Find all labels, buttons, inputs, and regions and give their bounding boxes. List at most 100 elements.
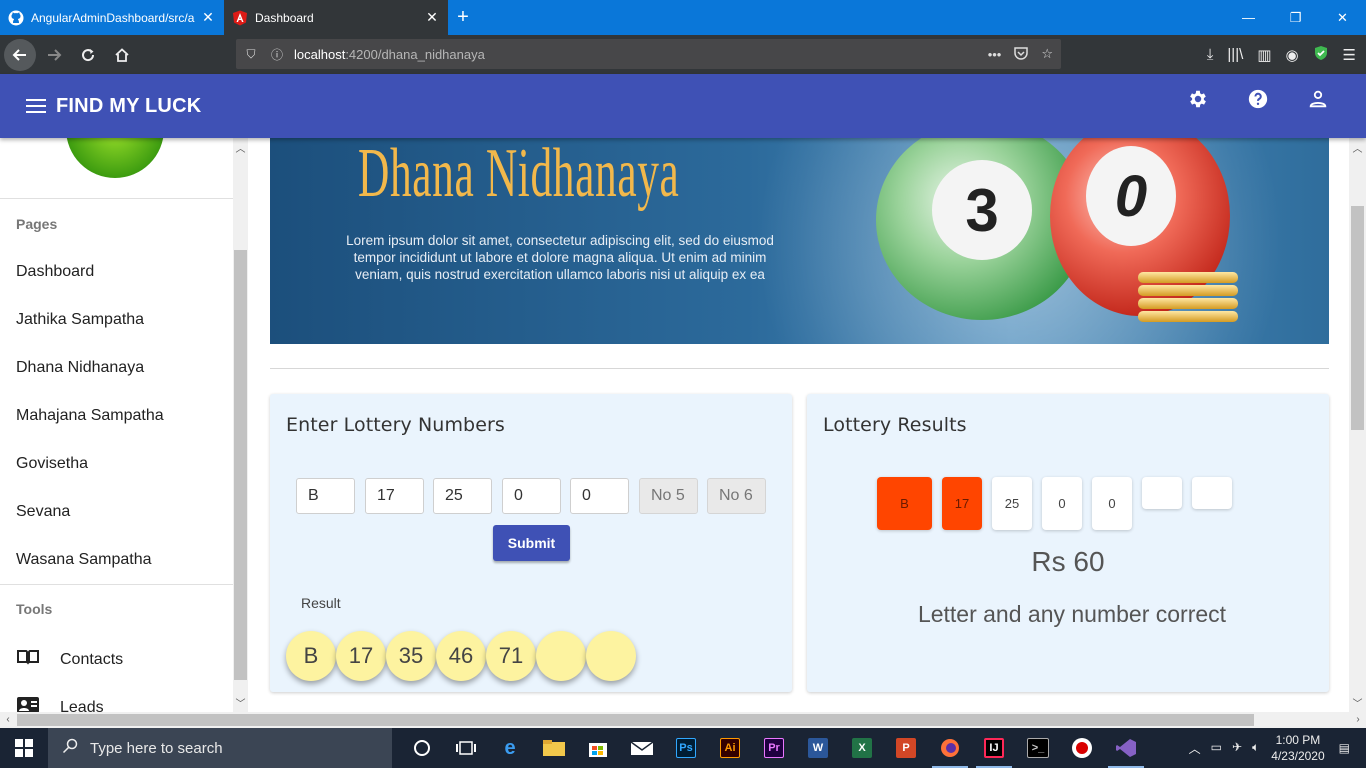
sidebar-item-sevana[interactable]: Sevana — [16, 503, 70, 521]
result-label: Result — [301, 595, 341, 611]
sidebar-scrollbar[interactable]: ︿ ﹀ — [233, 138, 248, 712]
divider — [0, 584, 233, 585]
terminal-icon[interactable]: >_ — [1016, 728, 1060, 768]
sidebar-item-mahajana-sampatha[interactable]: Mahajana Sampatha — [16, 407, 164, 425]
extension-shield-icon[interactable] — [1313, 45, 1329, 65]
scroll-left-icon[interactable]: ‹ — [0, 712, 16, 728]
sidebar-item-govisetha[interactable]: Govisetha — [16, 455, 88, 473]
firefox-icon[interactable] — [928, 728, 972, 768]
banner-image: Dhana Nidhanaya Lorem ipsum dolor sit am… — [270, 138, 1329, 344]
scroll-up-icon[interactable]: ︿ — [1349, 140, 1366, 156]
library-icon[interactable]: |||\ — [1227, 46, 1243, 63]
main-scrollbar[interactable]: ︿ ﹀ — [1349, 138, 1366, 712]
account-icon[interactable]: ◉ — [1285, 46, 1298, 64]
taskbar-search[interactable]: Type here to search — [48, 728, 392, 768]
download-icon[interactable]: ⤓ — [1207, 46, 1214, 63]
minimize-icon[interactable]: ― — [1225, 0, 1272, 35]
sidebar-item-leads[interactable]: Leads — [16, 696, 104, 712]
address-bar[interactable]: ⛉ ⓘ localhost:4200/dhana_nidhanaya ••• ☆ — [236, 39, 1061, 69]
sidebar-item-wasana-sampatha[interactable]: Wasana Sampatha — [16, 551, 151, 569]
info-icon[interactable]: ⓘ — [266, 46, 288, 63]
bookmark-star-icon[interactable]: ☆ — [1041, 46, 1053, 62]
forward-icon[interactable] — [38, 39, 70, 71]
restore-icon[interactable]: ❐ — [1272, 0, 1319, 35]
task-view-icon[interactable] — [444, 728, 488, 768]
browser-tab-github[interactable]: AngularAdminDashboard/src/a ✕ — [0, 0, 224, 35]
edge-icon[interactable]: e — [488, 728, 532, 768]
shield-icon[interactable]: ⛉ — [240, 47, 262, 62]
excel-icon[interactable]: X — [840, 728, 884, 768]
sidebar: 1 Pages Dashboard Jathika Sampatha Dhana… — [0, 138, 233, 712]
settings-gear-icon[interactable] — [1186, 87, 1210, 111]
search-placeholder: Type here to search — [90, 739, 223, 757]
clock-time: 1:00 PM — [1275, 733, 1321, 747]
pocket-icon[interactable] — [1013, 45, 1029, 64]
scroll-down-icon[interactable]: ﹀ — [233, 695, 248, 711]
scrollbar-thumb[interactable] — [17, 714, 1254, 726]
page-actions-icon[interactable]: ••• — [988, 47, 1002, 62]
result-box: 0 — [1042, 477, 1082, 530]
number-1-input[interactable]: 17 — [365, 478, 424, 514]
sidebar-item-contacts[interactable]: Contacts — [16, 648, 123, 671]
number-5-input[interactable]: No 5 — [639, 478, 698, 514]
scrollbar-thumb[interactable] — [234, 250, 247, 680]
number-4-input[interactable]: 0 — [570, 478, 629, 514]
menu-icon[interactable]: ☰ — [1343, 46, 1356, 64]
app-header: FIND MY LUCK — [0, 74, 1366, 138]
powerpoint-icon[interactable]: P — [884, 728, 928, 768]
notifications-icon[interactable]: ▤ — [1339, 741, 1350, 755]
volume-icon[interactable]: 🔈︎ — [1252, 740, 1259, 757]
gold-coins — [1138, 272, 1238, 324]
prize-description: Letter and any number correct — [917, 601, 1227, 627]
word-icon[interactable]: W — [796, 728, 840, 768]
system-tray: ︿ ▭ ✈ 🔈︎ 1:00 PM 4/23/2020 ▤ — [1189, 728, 1366, 768]
window-close-icon[interactable]: ✕ — [1319, 0, 1366, 35]
airplane-mode-icon[interactable]: ✈ — [1232, 740, 1242, 757]
intellij-icon[interactable]: IJ — [972, 728, 1016, 768]
submit-button[interactable]: Submit — [493, 525, 570, 561]
chevron-up-icon[interactable]: ︿ — [1189, 740, 1201, 757]
result-box-matched: 17 — [942, 477, 982, 530]
close-icon[interactable]: ✕ — [424, 9, 440, 26]
book-icon — [16, 648, 40, 671]
windows-start-icon[interactable] — [0, 728, 48, 768]
result-box: 25 — [992, 477, 1032, 530]
tab-title: AngularAdminDashboard/src/a — [31, 10, 195, 25]
premiere-icon[interactable]: Pr — [752, 728, 796, 768]
reload-icon[interactable] — [72, 39, 104, 71]
battery-icon[interactable]: ▭ — [1211, 740, 1222, 757]
illustrator-icon[interactable]: Ai — [708, 728, 752, 768]
lottery-results-card: Lottery Results B 17 25 0 0 Rs 60 Letter… — [807, 394, 1329, 692]
hamburger-menu-icon[interactable] — [26, 99, 46, 113]
number-2-input[interactable]: 25 — [433, 478, 492, 514]
photoshop-icon[interactable]: Ps — [664, 728, 708, 768]
home-icon[interactable] — [106, 39, 138, 71]
letter-input[interactable]: B — [296, 478, 355, 514]
horizontal-scrollbar[interactable]: ‹ › — [0, 712, 1366, 728]
number-6-input[interactable]: No 6 — [707, 478, 766, 514]
scroll-down-icon[interactable]: ﹀ — [1349, 695, 1366, 711]
close-icon[interactable]: ✕ — [200, 9, 216, 26]
cortana-icon[interactable] — [400, 728, 444, 768]
back-icon[interactable] — [4, 38, 36, 71]
store-icon[interactable] — [576, 728, 620, 768]
result-box: 0 — [1092, 477, 1132, 530]
clock[interactable]: 1:00 PM 4/23/2020 — [1271, 732, 1324, 764]
number-3-input[interactable]: 0 — [502, 478, 561, 514]
new-tab-button[interactable]: + — [448, 0, 478, 35]
help-icon[interactable] — [1246, 87, 1270, 111]
user-icon[interactable] — [1306, 87, 1330, 111]
file-explorer-icon[interactable] — [532, 728, 576, 768]
record-icon[interactable] — [1060, 728, 1104, 768]
sidebar-item-label: Contacts — [60, 650, 124, 668]
scrollbar-thumb[interactable] — [1351, 206, 1364, 430]
mail-icon[interactable] — [620, 728, 664, 768]
sidebar-item-dashboard[interactable]: Dashboard — [16, 263, 94, 281]
sidebar-item-jathika-sampatha[interactable]: Jathika Sampatha — [16, 311, 144, 329]
scroll-right-icon[interactable]: › — [1350, 712, 1366, 728]
scroll-up-icon[interactable]: ︿ — [233, 140, 248, 156]
sidebar-item-dhana-nidhanaya[interactable]: Dhana Nidhanaya — [16, 359, 144, 377]
browser-tab-dashboard[interactable]: Dashboard ✕ — [224, 0, 448, 35]
visual-studio-icon[interactable] — [1104, 728, 1148, 768]
sidebar-toggle-icon[interactable]: ▥ — [1257, 46, 1271, 64]
